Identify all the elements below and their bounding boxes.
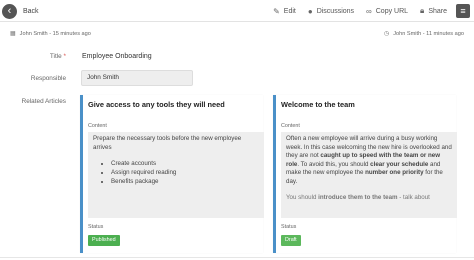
share-label: Share	[428, 7, 447, 15]
hamburger-icon[interactable]: ≡	[456, 4, 470, 18]
divider	[0, 257, 474, 258]
discussions-label: Discussions	[316, 7, 355, 15]
content-paragraph: You should introduce them to the team - …	[286, 194, 452, 203]
updated-info: ◷ John Smith - 11 minutes ago	[383, 30, 464, 38]
copy-url-button[interactable]: ∞ Copy URL	[366, 7, 408, 16]
status-label: Status	[88, 224, 104, 230]
title-value[interactable]: Employee Onboarding	[82, 53, 152, 60]
status-badge: Published	[88, 235, 120, 246]
content-paragraph: Often a new employee will arrive during …	[286, 135, 452, 186]
top-bar: ‹ Back ✎ Edit ● Discussions ∞ Copy URL 🔒…	[0, 0, 474, 22]
text-run: You should	[286, 194, 319, 201]
share-button[interactable]: 🔒︎ Share	[420, 6, 447, 16]
discussions-button[interactable]: ● Discussions	[308, 7, 354, 16]
content-box: Prepare the necessary tools before the n…	[88, 132, 264, 218]
pencil-icon: ✎	[273, 6, 280, 16]
article-card-welcome[interactable]: Welcome to the team Content Often a new …	[273, 95, 457, 253]
responsible-field[interactable]: John Smith	[81, 70, 193, 86]
list-item: Assign required reading	[111, 169, 259, 178]
content-label: Content	[281, 123, 300, 129]
content-label: Content	[88, 123, 107, 129]
text-run: - talk about	[397, 194, 430, 201]
back-label: Back	[23, 7, 39, 15]
history-icon: ◷	[383, 31, 390, 37]
article-title: Welcome to the team	[281, 100, 355, 109]
toolbar-actions: ✎ Edit ● Discussions ∞ Copy URL 🔒︎ Share…	[261, 4, 470, 18]
status-badge: Draft	[281, 235, 301, 246]
list-item: Benefits package	[111, 178, 259, 187]
responsible-label: Responsible	[30, 75, 66, 82]
created-text: John Smith - 15 minutes ago	[19, 30, 91, 37]
title-label-text: Title	[49, 53, 62, 60]
meta-row: ▦ John Smith - 15 minutes ago ◷ John Smi…	[0, 28, 474, 40]
content-list: Create accounts Assign required reading …	[93, 160, 259, 187]
text-run: . To avoid this, you should	[297, 160, 371, 168]
edit-button[interactable]: ✎ Edit	[273, 7, 296, 16]
back-button[interactable]: ‹ Back	[2, 3, 39, 19]
title-label: Title *	[0, 53, 66, 60]
list-item: Create accounts	[111, 160, 259, 169]
chevron-left-icon: ‹	[2, 3, 17, 19]
article-title: Give access to any tools they will need	[88, 100, 225, 109]
calendar-icon: ▦	[10, 31, 16, 37]
content-intro: Prepare the necessary tools before the n…	[93, 135, 242, 151]
created-info: ▦ John Smith - 15 minutes ago	[10, 30, 91, 38]
copy-url-label: Copy URL	[375, 7, 409, 15]
chat-icon: ●	[307, 6, 313, 16]
article-card-tools[interactable]: Give access to any tools they will need …	[80, 95, 264, 253]
bold-run: introduce them to the team	[318, 194, 398, 201]
bold-run: clear your schedule	[370, 160, 429, 168]
updated-text: John Smith - 11 minutes ago	[393, 30, 464, 37]
required-mark: *	[63, 53, 67, 60]
edit-label: Edit	[283, 7, 296, 15]
content-box: Often a new employee will arrive during …	[281, 132, 457, 218]
status-label: Status	[281, 224, 297, 230]
bold-run: number one priority	[365, 169, 424, 176]
lock-icon: 🔒︎	[420, 6, 425, 15]
link-icon: ∞	[366, 6, 372, 16]
related-articles-label: Related Articles	[21, 98, 66, 105]
